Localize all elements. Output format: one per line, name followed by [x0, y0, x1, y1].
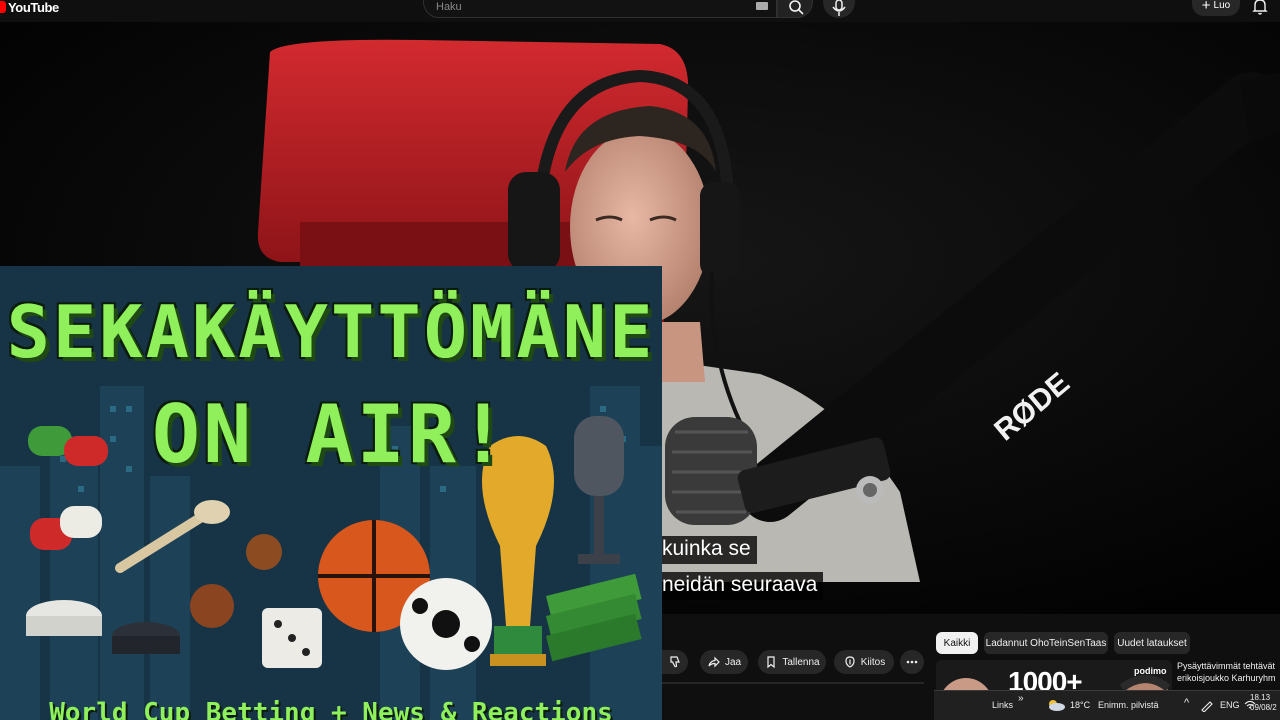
- headphone-left: [508, 172, 560, 272]
- related-title-line-1: Pysäyttävimmät tehtävät: [1177, 661, 1276, 671]
- chip-uploader[interactable]: Ladannut OhoTeinSenTaas: [984, 632, 1108, 654]
- save-label: Tallenna: [782, 656, 820, 668]
- chip-all[interactable]: Kaikki: [936, 632, 978, 654]
- thumbnail-brand: podimo: [1134, 666, 1167, 676]
- pen-icon[interactable]: [1200, 700, 1214, 712]
- youtube-logo-text: YouTube: [8, 0, 59, 15]
- thanks-button[interactable]: Kiitos: [834, 650, 894, 674]
- weather-description[interactable]: Enimm. pilvistä: [1098, 700, 1159, 710]
- search-button[interactable]: [777, 0, 813, 18]
- chip-new-uploads[interactable]: Uudet lataukset: [1114, 632, 1190, 654]
- thanks-icon: [845, 656, 855, 668]
- related-video-title[interactable]: Pysäyttävimmät tehtävät erikoisjoukko Ka…: [1177, 660, 1280, 684]
- language-indicator[interactable]: ENG: [1220, 700, 1240, 710]
- bookmark-icon: [767, 656, 775, 669]
- tray-chevron-icon[interactable]: ^: [1184, 697, 1189, 709]
- thumbs-down-icon: [670, 656, 680, 668]
- share-icon: [708, 656, 720, 668]
- masthead: YouTube + Luo: [0, 0, 1280, 22]
- voice-search-button[interactable]: [823, 0, 855, 18]
- links-toolbar[interactable]: Links: [992, 700, 1013, 710]
- youtube-play-icon: [0, 1, 6, 13]
- weather-cloud-icon: [1049, 700, 1065, 711]
- subtitle-line-1: kuinka se: [662, 536, 757, 564]
- related-title-line-2: erikoisjoukko Karhuryhm: [1177, 673, 1276, 683]
- more-actions-button[interactable]: [900, 650, 924, 674]
- windows-taskbar: Links » 18°C Enimm. pilvistä ^ ENG 18.13…: [934, 690, 1280, 720]
- youtube-logo[interactable]: YouTube: [0, 0, 59, 15]
- subtitle-line-2: neidän seuraava: [662, 572, 824, 600]
- video-actions: Jaa Tallenna Kiitos: [662, 614, 934, 720]
- overlay-title-line-1: SEKAKÄYTTÖMÄNE: [6, 290, 656, 374]
- clock-time: 18.13: [1250, 693, 1271, 702]
- share-button[interactable]: Jaa: [700, 650, 748, 674]
- search-box[interactable]: [423, 0, 777, 18]
- clock-date: 09/08/2: [1250, 703, 1277, 712]
- create-label: Luo: [1213, 0, 1231, 11]
- dislike-button[interactable]: [662, 650, 688, 674]
- overlay-subtitle: World Cup Betting + News & Reactions: [49, 698, 613, 720]
- keyboard-icon[interactable]: [756, 2, 768, 10]
- more-icon: [906, 660, 918, 664]
- notifications-button[interactable]: [1250, 0, 1270, 16]
- share-label: Jaa: [724, 656, 742, 668]
- toolbar-expand-icon[interactable]: »: [1018, 693, 1024, 704]
- bell-icon: [1252, 0, 1268, 15]
- pixel-art-overlay: SEKAKÄYTTÖMÄNE ON AIR! World Cup Betting…: [0, 266, 662, 720]
- weather-temperature[interactable]: 18°C: [1070, 700, 1090, 710]
- search-input[interactable]: [436, 0, 736, 14]
- clock[interactable]: 18.13 09/08/2: [1250, 693, 1277, 713]
- overlay-title-line-2: ON AIR!: [151, 388, 511, 481]
- divider: [662, 682, 924, 684]
- thanks-label: Kiitos: [860, 656, 886, 668]
- save-button[interactable]: Tallenna: [758, 650, 826, 674]
- plus-icon: +: [1201, 0, 1211, 14]
- microphone-icon: [832, 0, 846, 16]
- create-button[interactable]: + Luo: [1192, 0, 1240, 16]
- search-icon: [789, 0, 804, 15]
- screen: RØDE kuinka se neidän seuraava SEKAKÄYTT…: [0, 0, 1280, 720]
